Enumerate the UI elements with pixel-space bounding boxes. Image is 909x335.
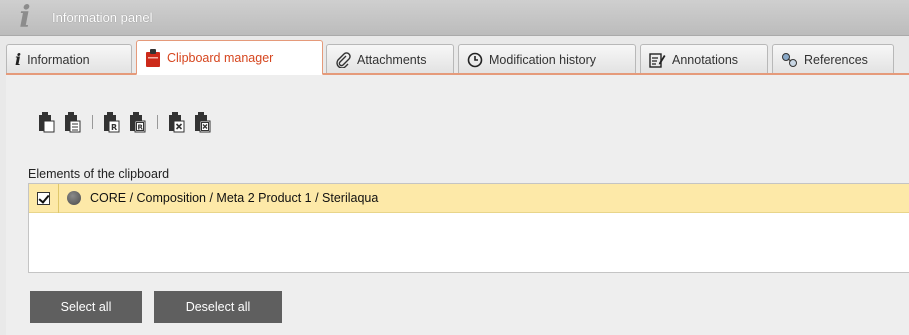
list-item[interactable]: CORE / Composition / Meta 2 Product 1 / … [29, 183, 909, 213]
status-dot-icon [67, 191, 81, 205]
clipboard-panel: R R Elements of the clipboard CORE / Com… [6, 73, 909, 335]
clear-all-icon[interactable] [192, 107, 214, 137]
tab-references[interactable]: References [772, 44, 894, 74]
references-icon [781, 52, 798, 68]
svg-text:R: R [111, 123, 117, 132]
panel-title-bar: i Information panel [0, 0, 909, 36]
tab-label: Information [27, 52, 90, 67]
toolbar-divider [157, 115, 158, 129]
info-icon: i [19, 0, 31, 35]
paste-reference-list-icon[interactable]: R [127, 107, 149, 137]
list-item-label: CORE / Composition / Meta 2 Product 1 / … [90, 191, 379, 205]
tab-label: Clipboard manager [167, 50, 274, 65]
select-all-button[interactable]: Select all [30, 291, 142, 323]
paste-reference-icon[interactable]: R [101, 107, 123, 137]
clipboard-section-label: Elements of the clipboard [28, 167, 170, 181]
divider [58, 183, 59, 213]
info-icon: i [15, 50, 22, 69]
tab-information[interactable]: i Information [6, 44, 132, 74]
tab-clipboard-manager[interactable]: Clipboard manager [136, 40, 323, 75]
panel-title: Information panel [52, 10, 153, 25]
item-checkbox[interactable] [37, 191, 50, 205]
clipboard-toolbar: R R [36, 105, 218, 139]
paste-list-icon[interactable] [62, 107, 84, 137]
tab-annotations[interactable]: Annotations [640, 44, 768, 74]
tab-bar: i Information Clipboard manager Attachme… [6, 40, 909, 75]
paperclip-icon [335, 51, 351, 68]
clock-icon [467, 52, 483, 68]
svg-text:R: R [138, 124, 144, 132]
tab-label: Modification history [489, 52, 596, 67]
deselect-all-button[interactable]: Deselect all [154, 291, 282, 323]
paste-icon[interactable] [36, 107, 58, 137]
tab-label: Attachments [357, 52, 427, 67]
tab-attachments[interactable]: Attachments [326, 44, 454, 74]
annotation-icon [649, 52, 666, 68]
tab-label: Annotations [672, 52, 739, 67]
toolbar-divider [92, 115, 93, 129]
clear-icon[interactable] [166, 107, 188, 137]
tab-label: References [804, 52, 868, 67]
clipboard-icon [145, 48, 161, 67]
tab-modification-history[interactable]: Modification history [458, 44, 636, 74]
clipboard-list: CORE / Composition / Meta 2 Product 1 / … [28, 183, 909, 273]
